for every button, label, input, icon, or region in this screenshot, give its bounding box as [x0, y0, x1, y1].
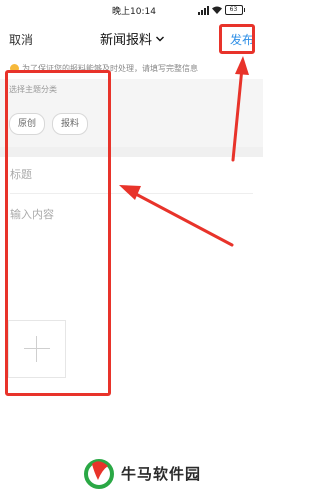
chevron-down-icon — [156, 36, 165, 41]
status-bar: 晚上10:14 63 — [0, 0, 263, 20]
watermark-logo — [84, 459, 114, 489]
watermark: 牛马软件园 — [82, 453, 201, 493]
highlight-box-publish — [219, 24, 255, 54]
signal-icon — [197, 5, 209, 15]
status-icons: 63 — [197, 4, 245, 16]
channel-selector[interactable]: 新闻报料 — [100, 29, 165, 48]
page-title: 新闻报料 — [100, 33, 153, 48]
battery-icon: 63 — [224, 5, 245, 15]
battery-level: 63 — [224, 5, 243, 15]
watermark-text: 牛马软件园 — [121, 464, 202, 483]
status-time: 晚上10:14 — [112, 7, 156, 17]
cancel-button[interactable]: 取消 — [9, 31, 33, 48]
highlight-box-form — [5, 70, 111, 396]
wifi-icon — [211, 6, 222, 14]
